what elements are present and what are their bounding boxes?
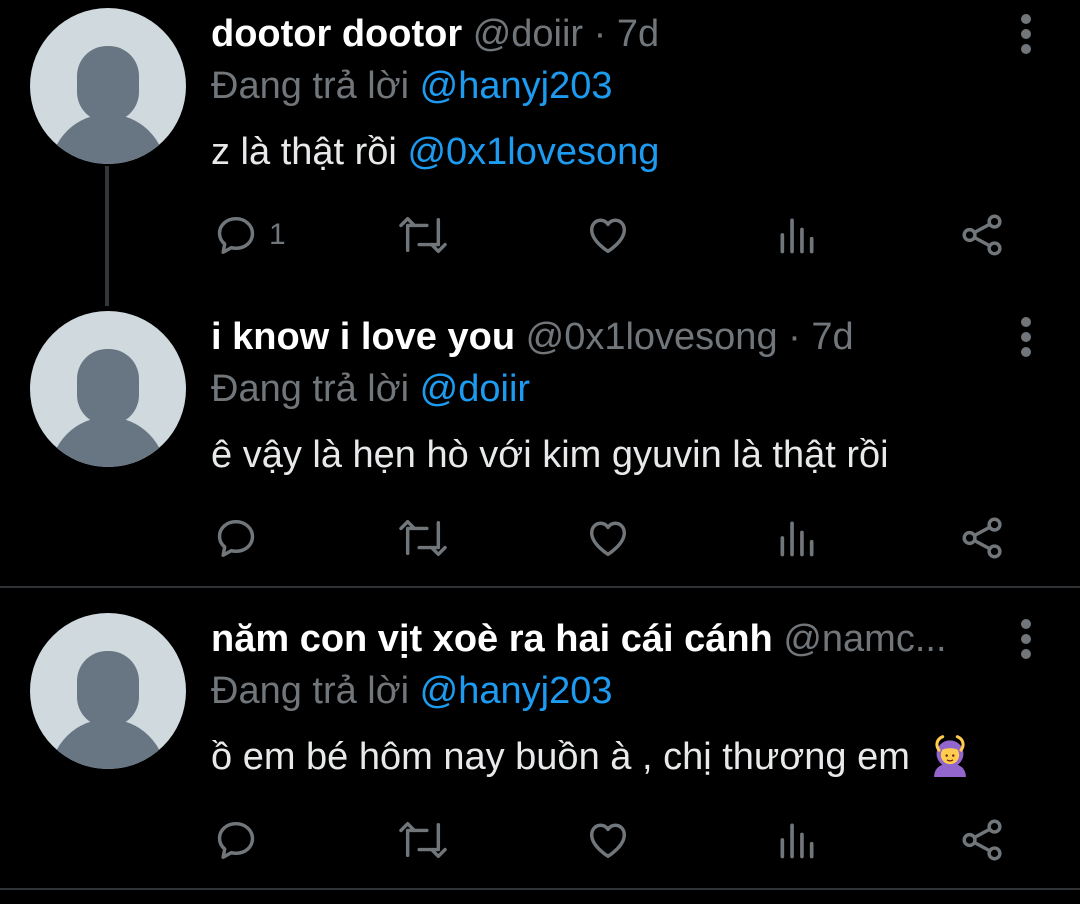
avatar-head-shape — [77, 651, 139, 727]
tweet-header: dootor dootor @doiir · 7d — [211, 12, 990, 56]
tweet-text-mention[interactable]: @0x1lovesong — [407, 131, 659, 173]
reply-icon — [217, 519, 255, 557]
avatar-body-shape — [50, 719, 166, 769]
like-button[interactable] — [584, 815, 632, 865]
views-icon — [780, 521, 814, 557]
replying-to-line: Đang trả lời @hanyj203 — [211, 64, 613, 108]
share-icon — [962, 517, 1002, 559]
separator-dot: · — [788, 316, 801, 358]
views-button[interactable] — [775, 210, 819, 260]
tweet-header: năm con vịt xoè ra hai cái cánh @namc... — [211, 617, 990, 661]
share-button[interactable] — [960, 815, 1006, 865]
display-name[interactable]: năm con vịt xoè ra hai cái cánh — [211, 618, 773, 660]
like-button[interactable] — [584, 210, 632, 260]
heart-icon — [589, 823, 627, 859]
display-name[interactable]: i know i love you — [211, 316, 515, 358]
replying-to-mention[interactable]: @hanyj203 — [420, 670, 613, 712]
separator-dot: · — [593, 13, 607, 55]
share-icon — [962, 819, 1002, 861]
tweet-text-content: ê vậy là hẹn hò với kim gyuvin là thật r… — [211, 434, 889, 476]
avatar-head-shape — [77, 46, 139, 122]
avatar[interactable] — [30, 311, 186, 467]
person-gesturing-ok-emoji — [934, 735, 967, 777]
tweet-divider — [0, 586, 1080, 588]
more-vertical-icon[interactable] — [1018, 619, 1034, 661]
replying-prefix: Đang trả lời — [211, 65, 410, 107]
user-handle[interactable]: @namc... — [783, 618, 946, 660]
views-button[interactable] — [775, 815, 819, 865]
share-button[interactable] — [960, 513, 1006, 563]
reply-count: 1 — [269, 218, 286, 251]
more-vertical-icon[interactable] — [1018, 317, 1034, 359]
replying-prefix: Đang trả lời — [211, 670, 410, 712]
reply-button[interactable]: 1 — [213, 210, 286, 260]
avatar-body-shape — [50, 114, 166, 164]
more-vertical-icon[interactable] — [1018, 14, 1034, 56]
retweet-icon — [399, 821, 447, 859]
replying-to-mention[interactable]: @hanyj203 — [420, 65, 613, 107]
tweet-text: ồ em bé hôm nay buồn à , chị thương em — [211, 733, 972, 781]
action-bar: 1 — [0, 210, 1080, 260]
user-handle[interactable]: @doiir — [473, 13, 583, 55]
replying-to-line: Đang trả lời @doiir — [211, 367, 530, 411]
reply-icon — [217, 216, 255, 254]
replying-to-line: Đang trả lời @hanyj203 — [211, 669, 613, 713]
like-button[interactable] — [584, 513, 632, 563]
share-icon — [962, 214, 1002, 256]
action-bar — [0, 815, 1080, 865]
reply-icon — [217, 821, 255, 859]
tweet-header: i know i love you @0x1lovesong · 7d — [211, 315, 990, 359]
retweet-button[interactable] — [398, 815, 448, 865]
tweet-divider — [0, 888, 1080, 890]
avatar-body-shape — [50, 417, 166, 467]
replying-prefix: Đang trả lời — [211, 368, 410, 410]
tweet-text-content: z là thật rồi — [211, 131, 397, 173]
timestamp[interactable]: 7d — [617, 13, 659, 55]
action-bar — [0, 513, 1080, 563]
tweet-text: z là thật rồi @0x1lovesong — [211, 128, 659, 176]
avatar[interactable] — [30, 8, 186, 164]
heart-icon — [589, 218, 627, 254]
reply-button[interactable] — [213, 815, 259, 865]
display-name[interactable]: dootor dootor — [211, 13, 462, 55]
tweet-text-content: ồ em bé hôm nay buồn à , chị thương em — [211, 736, 910, 778]
timestamp[interactable]: 7d — [811, 316, 853, 358]
avatar[interactable] — [30, 613, 186, 769]
retweet-button[interactable] — [398, 513, 448, 563]
replying-to-mention[interactable]: @doiir — [420, 368, 530, 410]
avatar-head-shape — [77, 349, 139, 425]
user-handle[interactable]: @0x1lovesong — [526, 316, 778, 358]
views-icon — [780, 823, 814, 859]
heart-icon — [589, 521, 627, 557]
retweet-icon — [399, 519, 447, 557]
retweet-icon — [399, 216, 447, 254]
retweet-button[interactable] — [398, 210, 448, 260]
views-icon — [780, 218, 814, 254]
share-button[interactable] — [960, 210, 1006, 260]
tweet-text: ê vậy là hẹn hò với kim gyuvin là thật r… — [211, 431, 889, 479]
views-button[interactable] — [775, 513, 819, 563]
reply-button[interactable] — [213, 513, 259, 563]
